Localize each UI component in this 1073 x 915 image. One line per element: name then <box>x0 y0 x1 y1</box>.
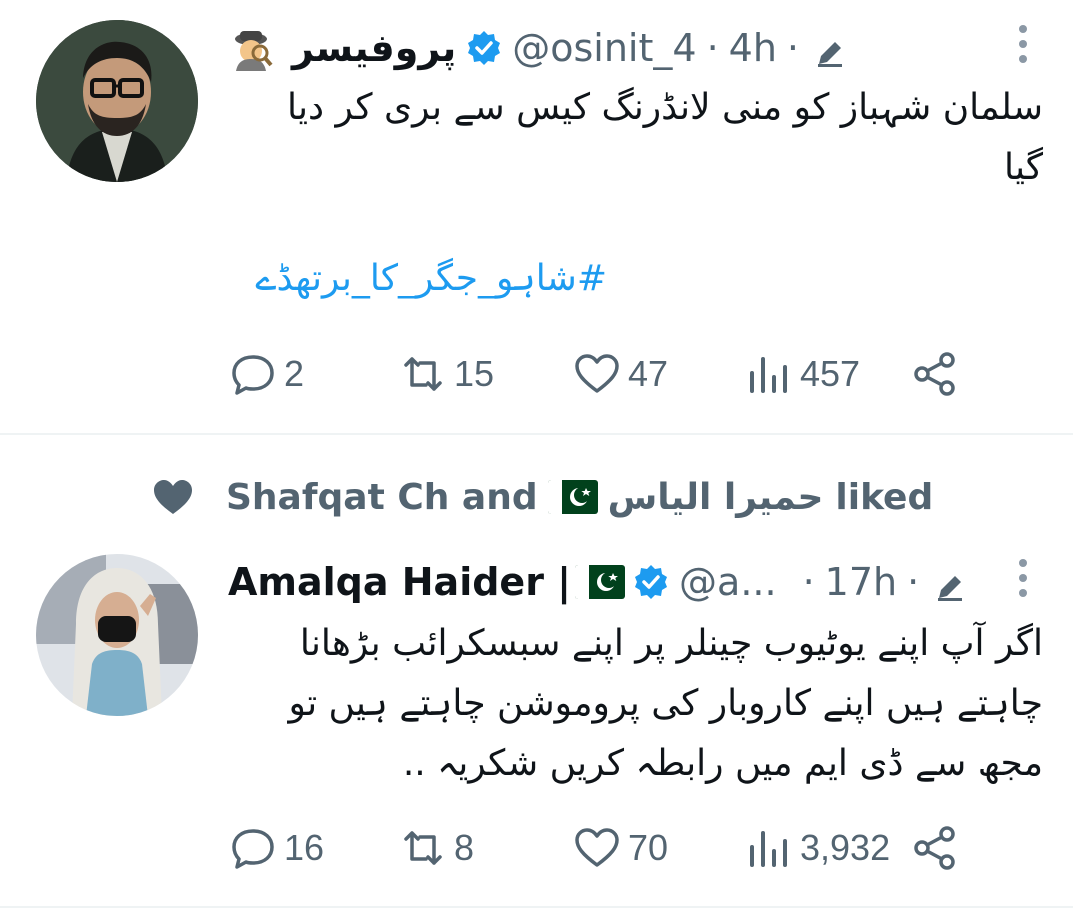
divider <box>0 906 1073 908</box>
tweet-header: Amalqa Haider | @a... · 17h · <box>228 554 1013 610</box>
tweet-2[interactable]: Shafqat Ch and حمیرا الیاس liked Amalqa … <box>0 434 1073 906</box>
views-button[interactable]: 3,932 <box>744 818 890 878</box>
handle[interactable]: @a... <box>679 560 777 604</box>
tweet-actions: 16 8 70 3,932 <box>228 818 988 878</box>
social-context-urdu: حمیرا الیاس <box>607 476 824 518</box>
timestamp[interactable]: 4h <box>729 26 777 70</box>
edited-pencil-icon[interactable] <box>815 33 845 67</box>
like-button[interactable]: 47 <box>572 344 668 404</box>
like-button[interactable]: 70 <box>572 818 668 878</box>
heart-filled-icon <box>154 480 192 514</box>
views-count: 3,932 <box>800 827 891 868</box>
views-chart-icon <box>750 357 787 393</box>
reply-icon <box>232 829 274 869</box>
tweet-text-line: مجھ سے ڈی ایم میں رابطہ کریں شکریہ .. <box>402 743 1043 784</box>
tweet-1[interactable]: پروفیسر @osinit_4 · 4h · سلمان شہباز کو … <box>0 0 1073 433</box>
pakistan-flag-icon <box>547 480 598 514</box>
tweet-text-line: اگر آپ اپنے یوٹیوب چینلر پر اپنے سبسکرائ… <box>299 623 1043 664</box>
verified-badge-icon <box>633 564 669 600</box>
separator: · <box>802 560 815 604</box>
tweet-text-line: چاہتے ہیں اپنے کاروبار کی پروموشن چاہتے … <box>288 683 1043 724</box>
like-count: 70 <box>628 827 669 868</box>
retweet-count: 8 <box>454 827 475 868</box>
author-name[interactable]: Amalqa Haider | <box>228 560 571 604</box>
tweet-text-line: گیا <box>1004 147 1043 188</box>
share-button[interactable] <box>910 344 966 404</box>
detective-icon <box>228 25 274 71</box>
pakistan-flag-icon <box>575 565 626 599</box>
share-icon <box>914 826 955 870</box>
woman-avatar-icon <box>36 554 198 716</box>
like-count: 47 <box>628 353 669 394</box>
reply-icon <box>232 355 274 395</box>
tweet-text: اگر آپ اپنے یوٹیوب چینلر پر اپنے سبسکرائ… <box>228 614 1043 794</box>
author-name[interactable]: پروفیسر <box>292 26 456 70</box>
more-options-icon[interactable] <box>1013 24 1033 64</box>
retweet-button[interactable]: 8 <box>398 818 474 878</box>
verified-badge-icon <box>466 30 502 66</box>
separator: · <box>786 26 800 70</box>
retweet-button[interactable]: 15 <box>398 344 494 404</box>
heart-icon <box>575 828 619 867</box>
handle[interactable]: @osinit_4 <box>512 26 696 70</box>
social-context-liked: liked <box>835 476 934 518</box>
share-button[interactable] <box>910 818 966 878</box>
retweet-count: 15 <box>454 353 495 394</box>
avatar[interactable] <box>36 554 198 716</box>
social-context[interactable]: Shafqat Ch and حمیرا الیاس liked <box>150 472 933 522</box>
heart-icon <box>575 354 619 393</box>
reply-count: 2 <box>284 353 305 394</box>
reply-count: 16 <box>284 827 325 868</box>
tweet-text: سلمان شہباز کو منی لانڈرنگ کیس سے بری کر… <box>228 78 1043 198</box>
tweet-text-line: سلمان شہباز کو منی لانڈرنگ کیس سے بری کر… <box>287 87 1043 128</box>
views-chart-icon <box>750 831 787 867</box>
share-icon <box>914 352 955 396</box>
professor-avatar-icon <box>36 20 198 182</box>
avatar[interactable] <box>36 20 198 182</box>
retweet-icon <box>404 831 442 865</box>
hashtag-link[interactable]: #شاہو_جگر_کا_برتھڈے <box>255 258 607 299</box>
separator: · <box>706 26 719 70</box>
more-options-icon[interactable] <box>1013 558 1033 598</box>
views-count: 457 <box>800 353 861 394</box>
reply-button[interactable]: 16 <box>228 818 324 878</box>
social-context-names: Shafqat Ch and <box>226 476 538 518</box>
views-button[interactable]: 457 <box>744 344 860 404</box>
separator: · <box>907 560 920 604</box>
tweet-header: پروفیسر @osinit_4 · 4h · <box>228 20 1013 76</box>
tweet-actions: 2 15 47 457 <box>228 344 988 404</box>
reply-button[interactable]: 2 <box>228 344 304 404</box>
edited-pencil-icon[interactable] <box>935 567 965 601</box>
retweet-icon <box>404 357 442 391</box>
timestamp[interactable]: 17h <box>825 560 897 604</box>
